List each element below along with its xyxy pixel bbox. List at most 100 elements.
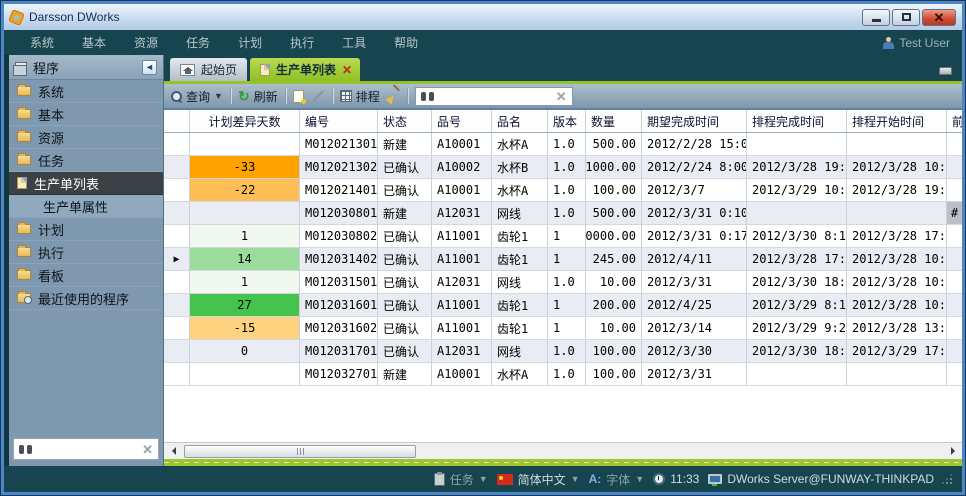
cell-diff[interactable]: 0 — [190, 340, 300, 363]
cell-item_name[interactable]: 水杯A — [492, 179, 548, 202]
scrollbar-thumb[interactable] — [184, 445, 416, 458]
cell-expect[interactable]: 2012/3/7 — [642, 179, 747, 202]
tab-order-list[interactable]: 生产单列表 ✕ — [250, 58, 360, 81]
menu-item-tools[interactable]: 工具 — [328, 34, 380, 51]
cell-sched_end[interactable]: 2012/3/30 18:00 — [747, 340, 847, 363]
table-row[interactable]: -33M012021302已确认A10002水杯B1.01000.002012/… — [164, 156, 962, 179]
resize-grip[interactable] — [943, 475, 952, 484]
cell-sched_end[interactable] — [747, 202, 847, 225]
cell-sched_end[interactable]: 2012/3/28 17:13 — [747, 248, 847, 271]
scroll-right-button[interactable] — [946, 447, 960, 455]
cell-qty[interactable]: 100.00 — [586, 179, 642, 202]
cell-qty[interactable]: 1000.00 — [586, 156, 642, 179]
cell-item_no[interactable]: A12031 — [432, 271, 492, 294]
col-header-version[interactable]: 版本 — [548, 110, 586, 132]
table-row[interactable]: M012021301新建A10001水杯A1.0500.002012/2/28 … — [164, 133, 962, 156]
cell-qty[interactable]: 10000.00 — [586, 225, 642, 248]
sidebar-item-task[interactable]: 任务 — [9, 149, 163, 172]
cell-sched_start[interactable] — [847, 133, 947, 156]
sidebar-item-order-props[interactable]: 生产单属性 — [9, 195, 163, 218]
cell-item_no[interactable]: A10002 — [432, 156, 492, 179]
cell-diff[interactable] — [190, 202, 300, 225]
cell-version[interactable]: 1.0 — [548, 363, 586, 386]
row-selector-cell[interactable] — [164, 156, 190, 179]
cell-item_no[interactable]: A11001 — [432, 225, 492, 248]
cell-sched_end[interactable] — [747, 363, 847, 386]
cell-item_name[interactable]: 网线 — [492, 340, 548, 363]
cell-version[interactable]: 1.0 — [548, 271, 586, 294]
row-selector-cell[interactable]: ▶ — [164, 248, 190, 271]
cell-extra[interactable] — [947, 156, 962, 179]
cell-item_name[interactable]: 齿轮1 — [492, 225, 548, 248]
cell-expect[interactable]: 2012/2/28 15:00 — [642, 133, 747, 156]
col-header-sched_start[interactable]: 排程开始时间 — [847, 110, 947, 132]
cell-item_name[interactable]: 水杯A — [492, 363, 548, 386]
row-selector-cell[interactable] — [164, 271, 190, 294]
col-header-status[interactable]: 状态 — [378, 110, 432, 132]
cell-status[interactable]: 已确认 — [378, 225, 432, 248]
table-row[interactable]: 0M012031701已确认A12031网线1.0100.002012/3/30… — [164, 340, 962, 363]
cell-version[interactable]: 1.0 — [548, 179, 586, 202]
cell-item_name[interactable]: 网线 — [492, 202, 548, 225]
cell-diff[interactable] — [190, 133, 300, 156]
cell-diff[interactable]: 1 — [190, 271, 300, 294]
menu-item-task[interactable]: 任务 — [172, 34, 224, 51]
font-dropdown[interactable]: A: 字体 ▼ — [589, 471, 645, 488]
cell-sched_start[interactable]: 2012/3/28 10:52 — [847, 248, 947, 271]
cell-code[interactable]: M012021401 — [300, 179, 378, 202]
cell-item_no[interactable]: A11001 — [432, 294, 492, 317]
cell-expect[interactable]: 2012/3/30 — [642, 340, 747, 363]
cell-expect[interactable]: 2012/3/31 0:17 — [642, 225, 747, 248]
cell-item_no[interactable]: A12031 — [432, 340, 492, 363]
cell-item_no[interactable]: A11001 — [432, 317, 492, 340]
col-header-item_no[interactable]: 品号 — [432, 110, 492, 132]
cell-sched_start[interactable] — [847, 202, 947, 225]
clear-search-icon[interactable]: ✕ — [142, 443, 153, 456]
cell-code[interactable]: M012030802 — [300, 225, 378, 248]
cell-sched_end[interactable]: 2012/3/28 19:10 — [747, 156, 847, 179]
toolbar-search-input[interactable] — [439, 89, 551, 103]
cell-sched_end[interactable]: 2012/3/29 8:15 — [747, 294, 847, 317]
col-header-expect[interactable]: 期望完成时间 — [642, 110, 747, 132]
cell-sched_start[interactable]: 2012/3/28 13:40 — [847, 317, 947, 340]
cell-diff[interactable]: -33 — [190, 156, 300, 179]
title-bar[interactable]: Darsson DWorks ✕ — [4, 4, 962, 30]
cell-item_name[interactable]: 网线 — [492, 271, 548, 294]
cell-code[interactable]: M012031402 — [300, 248, 378, 271]
cell-sched_start[interactable]: 2012/3/28 10:52 — [847, 271, 947, 294]
cell-item_no[interactable]: A12031 — [432, 202, 492, 225]
cell-extra[interactable] — [947, 340, 962, 363]
cell-sched_start[interactable]: 2012/3/28 17:13 — [847, 225, 947, 248]
row-selector-cell[interactable] — [164, 363, 190, 386]
cell-sched_start[interactable]: 2012/3/28 19:10 — [847, 179, 947, 202]
sidebar-item-plan[interactable]: 计划 — [9, 218, 163, 241]
cell-status[interactable]: 已确认 — [378, 294, 432, 317]
sidebar-item-resource[interactable]: 资源 — [9, 126, 163, 149]
row-selector-cell[interactable] — [164, 225, 190, 248]
cell-item_no[interactable]: A11001 — [432, 248, 492, 271]
row-selector-cell[interactable] — [164, 340, 190, 363]
menu-item-basic[interactable]: 基本 — [68, 34, 120, 51]
table-row[interactable]: 1M012030802已确认A11001齿轮1110000.002012/3/3… — [164, 225, 962, 248]
new-order-button[interactable] — [293, 90, 304, 103]
sidebar-search-input[interactable] — [37, 442, 137, 456]
cell-item_no[interactable]: A10001 — [432, 179, 492, 202]
cell-diff[interactable]: 1 — [190, 225, 300, 248]
cell-sched_end[interactable]: 2012/3/29 9:20 — [747, 317, 847, 340]
cell-qty[interactable]: 500.00 — [586, 133, 642, 156]
cell-expect[interactable]: 2012/3/31 0:10 — [642, 202, 747, 225]
cell-code[interactable]: M012030801 — [300, 202, 378, 225]
cell-extra[interactable] — [947, 363, 962, 386]
cell-code[interactable]: M012031501 — [300, 271, 378, 294]
cell-extra[interactable] — [947, 271, 962, 294]
cell-qty[interactable]: 245.00 — [586, 248, 642, 271]
cell-code[interactable]: M012031602 — [300, 317, 378, 340]
cell-expect[interactable]: 2012/3/31 — [642, 363, 747, 386]
clean-button[interactable] — [387, 90, 400, 103]
maximize-button[interactable] — [892, 9, 920, 26]
cell-extra[interactable] — [947, 294, 962, 317]
cell-diff[interactable] — [190, 363, 300, 386]
cell-status[interactable]: 新建 — [378, 133, 432, 156]
cell-item_no[interactable]: A10001 — [432, 133, 492, 156]
cell-status[interactable]: 已确认 — [378, 156, 432, 179]
